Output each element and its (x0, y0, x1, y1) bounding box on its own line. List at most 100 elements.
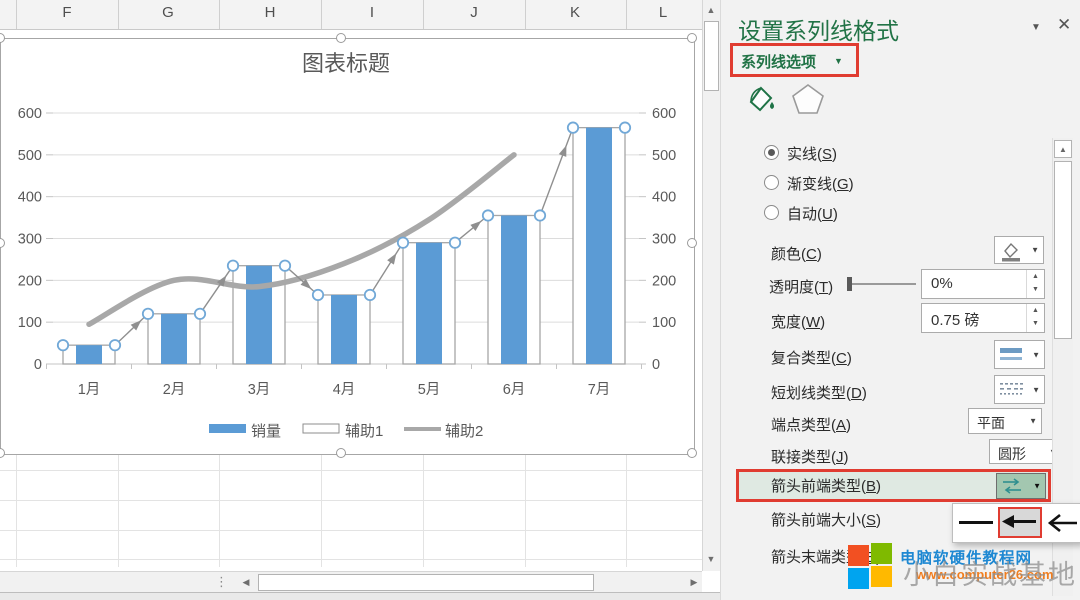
series-line-marker[interactable] (228, 260, 238, 270)
series-line-marker[interactable] (450, 237, 460, 247)
bar-sales[interactable] (331, 295, 357, 364)
dropdown-chevron-icon[interactable]: ▼ (1032, 385, 1040, 394)
series-line-marker[interactable] (313, 290, 323, 300)
legend-label[interactable]: 销量 (251, 423, 281, 440)
radio-solid-line-label[interactable]: 实线(S) (787, 143, 837, 164)
bar-sales[interactable] (246, 266, 272, 364)
dropdown-chevron-icon[interactable]: ▼ (1032, 350, 1040, 359)
bar-sales[interactable] (416, 243, 442, 364)
vertical-scroll-thumb[interactable] (704, 21, 719, 91)
transparency-slider-track[interactable] (852, 283, 916, 285)
series-line-marker[interactable] (483, 210, 493, 220)
series-line-marker[interactable] (620, 122, 630, 132)
radio-solid-line[interactable] (764, 145, 779, 160)
width-value[interactable]: 0.75 磅 (931, 309, 979, 330)
flyout-option-solid-arrow[interactable] (998, 507, 1042, 538)
selection-handle[interactable] (687, 448, 697, 458)
series-line[interactable] (200, 266, 233, 314)
series-line-marker[interactable] (365, 290, 375, 300)
legend-label[interactable]: 辅助2 (445, 423, 483, 440)
radio-automatic[interactable] (764, 205, 779, 220)
cell-gridline (0, 470, 702, 471)
series-line[interactable] (115, 314, 148, 345)
column-header-J[interactable]: J (470, 4, 478, 21)
legend-swatch-helper1[interactable] (303, 424, 339, 433)
series-line-marker[interactable] (58, 340, 68, 350)
spin-down-icon[interactable]: ▼ (1027, 283, 1044, 296)
panel-title: 设置系列线格式 (738, 12, 899, 46)
cap-type-dropdown[interactable]: 平面 ▼ (968, 408, 1042, 434)
flyout-option-plain-line[interactable] (959, 521, 993, 524)
series-line-marker[interactable] (535, 210, 545, 220)
column-divider (626, 0, 627, 29)
series-line-marker[interactable] (398, 237, 408, 247)
horizontal-scrollbar[interactable]: ⋮ ◀ ▶ (0, 571, 702, 592)
effects-tab[interactable] (791, 82, 825, 120)
bar-sales[interactable] (161, 314, 187, 364)
series-line-marker[interactable] (280, 260, 290, 270)
arrow-begin-type-dropdown[interactable]: ▼ (996, 473, 1046, 499)
column-header-H[interactable]: H (265, 4, 276, 21)
spin-up-icon[interactable]: ▲ (1027, 270, 1044, 283)
series-line-marker[interactable] (568, 122, 578, 132)
color-dropdown-icon[interactable]: ▼ (1031, 246, 1039, 255)
scroll-down-icon[interactable]: ▼ (703, 551, 719, 567)
scroll-right-icon[interactable]: ▶ (686, 574, 702, 590)
transparency-value[interactable]: 0% (931, 275, 953, 292)
series-line-marker[interactable] (195, 309, 205, 319)
column-header-K[interactable]: K (570, 4, 580, 21)
series-line-arrowhead (387, 251, 400, 265)
bar-sales[interactable] (76, 345, 102, 364)
legend-swatch-helper2[interactable] (404, 427, 441, 431)
fill-line-tab[interactable] (741, 80, 779, 121)
legend-label[interactable]: 辅助1 (345, 423, 383, 440)
color-picker-button[interactable]: ▼ (994, 236, 1044, 264)
y-axis-label-left: 0 (34, 357, 42, 373)
selection-handle[interactable] (687, 238, 697, 248)
series-line-marker[interactable] (143, 309, 153, 319)
series-line[interactable] (540, 128, 573, 216)
horizontal-scroll-thumb[interactable] (258, 574, 594, 591)
selection-handle[interactable] (336, 448, 346, 458)
panel-scroll-up-icon[interactable]: ▲ (1054, 140, 1072, 158)
radio-automatic-label[interactable]: 自动(U) (787, 203, 838, 224)
dropdown-chevron-icon[interactable]: ▼ (1033, 482, 1041, 491)
column-divider (118, 0, 119, 29)
chart-object[interactable]: 00100100200200300300400400500500600600图表… (0, 38, 695, 455)
width-spinbox[interactable]: 0.75 磅 ▲▼ (921, 303, 1045, 333)
splitter-dots-icon[interactable]: ⋮ (215, 574, 228, 590)
y-axis-label-right: 200 (652, 273, 676, 289)
radio-gradient-line-label[interactable]: 渐变线(G) (787, 173, 854, 194)
bar-sales[interactable] (501, 215, 527, 364)
flyout-option-open-arrow[interactable] (1047, 512, 1079, 539)
spin-up-icon[interactable]: ▲ (1027, 304, 1044, 317)
column-header-row[interactable]: F G H I J K L (0, 0, 702, 30)
selection-handle[interactable] (687, 33, 697, 43)
scroll-up-icon[interactable]: ▲ (703, 2, 719, 18)
panel-menu-chevron-icon[interactable]: ▼ (1031, 22, 1041, 33)
bar-sales[interactable] (586, 128, 612, 364)
series-line-marker[interactable] (110, 340, 120, 350)
y-axis-label-left: 600 (18, 106, 42, 122)
panel-scroll-thumb[interactable] (1054, 161, 1072, 339)
column-header-L[interactable]: L (659, 4, 667, 21)
legend-swatch-sales[interactable] (209, 424, 246, 433)
scroll-left-icon[interactable]: ◀ (238, 574, 254, 590)
y-axis-label-left: 400 (18, 190, 42, 206)
compound-type-dropdown[interactable]: ▼ (994, 340, 1045, 369)
column-header-I[interactable]: I (370, 4, 374, 21)
x-axis-label: 1月 (78, 382, 101, 398)
chart-title: 图表标题 (302, 51, 390, 76)
transparency-label: 透明度(T) (769, 276, 833, 297)
column-header-F[interactable]: F (62, 4, 71, 21)
transparency-spinbox[interactable]: 0% ▲▼ (921, 269, 1045, 299)
spin-down-icon[interactable]: ▼ (1027, 317, 1044, 330)
vertical-scrollbar[interactable]: ▲ ▼ (702, 0, 720, 571)
dropdown-chevron-icon[interactable]: ▼ (1029, 417, 1037, 426)
selection-handle[interactable] (336, 33, 346, 43)
x-axis-label: 7月 (588, 382, 611, 398)
radio-gradient-line[interactable] (764, 175, 779, 190)
column-header-G[interactable]: G (162, 4, 174, 21)
dash-type-dropdown[interactable]: ▼ (994, 375, 1045, 404)
panel-close-icon[interactable]: ✕ (1057, 15, 1071, 35)
